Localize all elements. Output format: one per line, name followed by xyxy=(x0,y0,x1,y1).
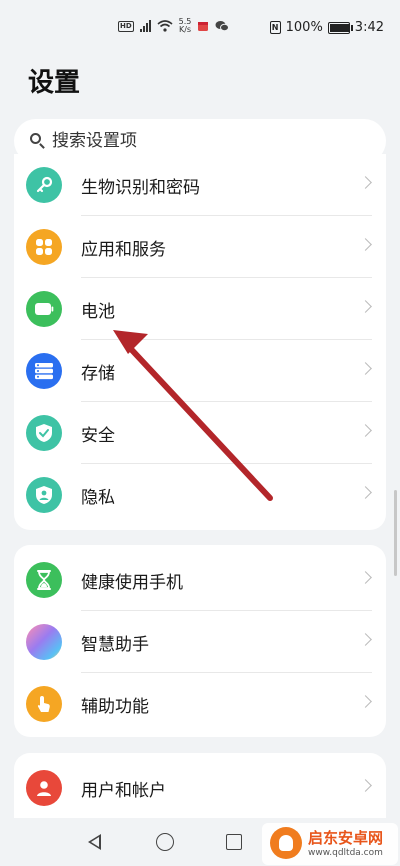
battery-fill xyxy=(329,23,350,32)
settings-item-privacy[interactable]: 隐私 xyxy=(14,464,386,526)
status-right: N 100% 3:42 xyxy=(269,20,384,35)
storage-icon xyxy=(26,353,62,389)
settings-group-users: 用户和帐户 xyxy=(14,753,386,819)
clock: 3:42 xyxy=(354,20,384,35)
nfc-icon: N xyxy=(269,21,281,34)
net-speed: 5.5 K/s xyxy=(179,18,192,34)
chevron-right-icon xyxy=(359,176,372,189)
settings-item-security[interactable]: 安全 xyxy=(14,402,386,464)
chevron-right-icon xyxy=(359,695,372,708)
scrollbar[interactable] xyxy=(394,490,397,576)
chevron-right-icon xyxy=(359,486,372,499)
home-icon[interactable] xyxy=(156,833,174,851)
watermark-logo-icon xyxy=(270,827,302,859)
page-title: 设置 xyxy=(28,68,81,98)
settings-item-label: 智慧助手 xyxy=(81,635,149,655)
assistant-orb-icon xyxy=(26,624,62,660)
chevron-right-icon xyxy=(359,300,372,313)
hand-tap-icon xyxy=(26,686,62,722)
search-icon xyxy=(30,133,41,144)
chevron-right-icon xyxy=(359,362,372,375)
settings-item-storage[interactable]: 存储 xyxy=(14,340,386,402)
watermark: 启东安卓网 www.qdltda.com xyxy=(262,823,398,865)
settings-item-smart-assistant[interactable]: 智慧助手 xyxy=(14,611,386,673)
wifi-icon xyxy=(157,20,173,32)
status-bar: HD 5.5 K/s N 100% 3:42 xyxy=(0,0,400,58)
hd-voice-icon: HD xyxy=(118,20,134,32)
recent-apps-icon[interactable] xyxy=(226,834,242,850)
watermark-title: 启东安卓网 xyxy=(308,829,384,847)
settings-item-label: 健康使用手机 xyxy=(81,573,183,593)
chevron-right-icon xyxy=(359,633,372,646)
apps-grid-icon xyxy=(26,229,62,265)
shield-check-icon xyxy=(26,415,62,451)
chevron-right-icon xyxy=(359,779,372,792)
settings-item-battery[interactable]: 电池 xyxy=(14,278,386,340)
settings-item-label: 辅助功能 xyxy=(81,697,149,717)
key-icon xyxy=(26,167,62,203)
settings-item-label: 存储 xyxy=(81,364,115,384)
battery-icon xyxy=(26,291,62,327)
settings-item-label: 应用和服务 xyxy=(81,240,166,260)
settings-item-label: 隐私 xyxy=(81,488,115,508)
battery-status-icon xyxy=(327,21,353,34)
settings-item-digital-balance[interactable]: 健康使用手机 xyxy=(14,549,386,611)
settings-item-users-accounts[interactable]: 用户和帐户 xyxy=(14,757,386,819)
hourglass-icon xyxy=(26,562,62,598)
settings-item-label: 电池 xyxy=(81,302,115,322)
app-notification-icon xyxy=(198,22,209,31)
settings-item-biometrics[interactable]: 生物识别和密码 xyxy=(14,154,386,216)
settings-group-assist: 健康使用手机 智慧助手 辅助功能 xyxy=(14,545,386,737)
status-left: HD 5.5 K/s xyxy=(118,18,230,34)
settings-item-accessibility[interactable]: 辅助功能 xyxy=(14,673,386,735)
back-icon[interactable] xyxy=(88,834,101,850)
net-speed-unit: K/s xyxy=(178,25,192,34)
privacy-shield-icon xyxy=(26,477,62,513)
settings-item-label: 用户和帐户 xyxy=(81,781,166,801)
signal-icon xyxy=(139,20,151,32)
user-icon xyxy=(26,770,62,806)
search-input[interactable] xyxy=(52,129,372,153)
settings-item-apps-services[interactable]: 应用和服务 xyxy=(14,216,386,278)
settings-item-label: 生物识别和密码 xyxy=(81,178,200,198)
battery-percent: 100% xyxy=(285,20,323,35)
chevron-right-icon xyxy=(359,571,372,584)
wechat-icon xyxy=(215,21,230,32)
settings-group-security: 生物识别和密码 应用和服务 电池 存储 安全 隐私 xyxy=(14,154,386,530)
chevron-right-icon xyxy=(359,238,372,251)
chevron-right-icon xyxy=(359,424,372,437)
settings-item-label: 安全 xyxy=(81,426,115,446)
watermark-url: www.qdltda.com xyxy=(308,848,383,858)
